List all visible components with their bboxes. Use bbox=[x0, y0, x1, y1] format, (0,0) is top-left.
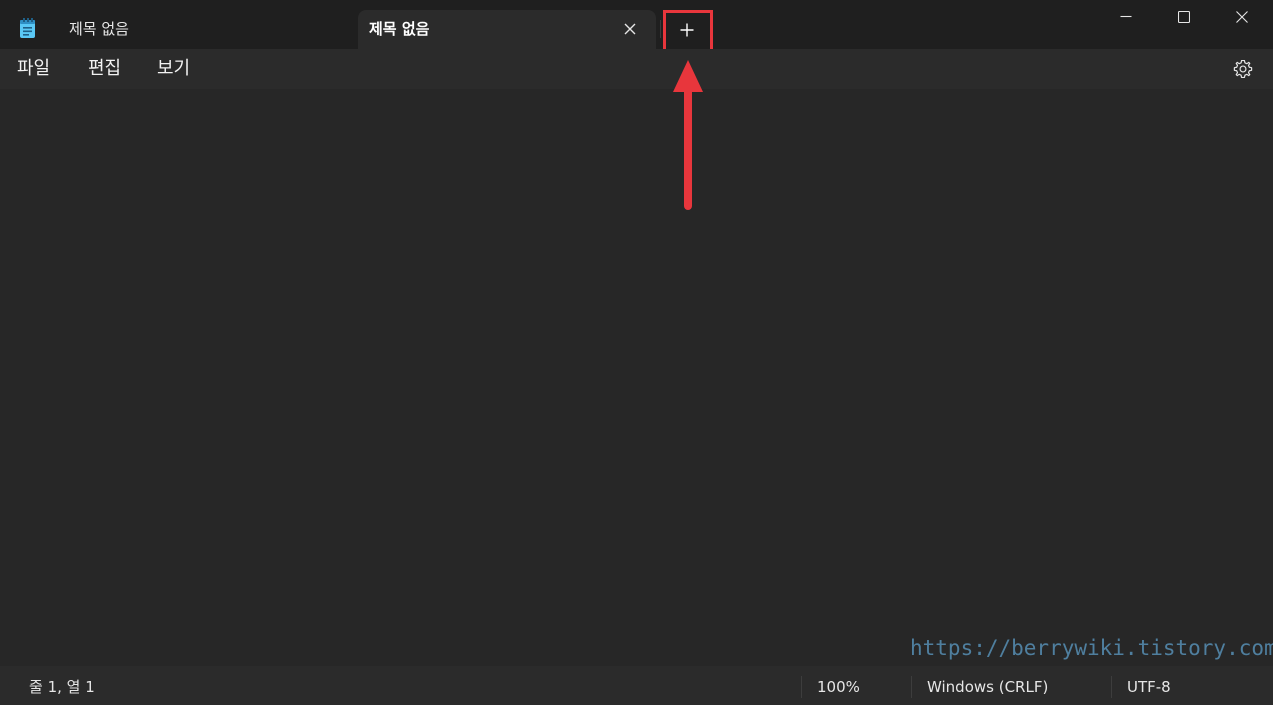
tab-title: 제목 없음 bbox=[369, 20, 430, 38]
tab-divider bbox=[660, 20, 661, 38]
status-divider bbox=[911, 676, 912, 698]
new-tab-button[interactable] bbox=[666, 12, 708, 48]
cursor-position: 줄 1, 열 1 bbox=[29, 678, 95, 696]
close-icon bbox=[1236, 11, 1248, 23]
plus-icon bbox=[680, 23, 694, 37]
tab-untitled-1[interactable]: 제목 없음 bbox=[52, 10, 352, 49]
maximize-button[interactable] bbox=[1155, 0, 1213, 34]
minimize-button[interactable] bbox=[1097, 0, 1155, 34]
close-window-button[interactable] bbox=[1213, 0, 1271, 34]
tab-title: 제목 없음 bbox=[69, 20, 129, 38]
notepad-icon bbox=[20, 18, 35, 38]
text-editor[interactable] bbox=[0, 89, 1273, 666]
line-ending[interactable]: Windows (CRLF) bbox=[927, 678, 1048, 696]
status-bar: 줄 1, 열 1 100% Windows (CRLF) UTF-8 bbox=[0, 666, 1273, 705]
menu-bar: 파일 편집 보기 bbox=[0, 49, 1273, 89]
tab-untitled-2[interactable]: 제목 없음 bbox=[358, 10, 656, 49]
status-divider bbox=[1111, 676, 1112, 698]
watermark-text: https://berrywiki.tistory.com bbox=[910, 636, 1273, 660]
gear-icon[interactable] bbox=[1232, 58, 1254, 80]
maximize-icon bbox=[1178, 11, 1190, 23]
status-divider bbox=[801, 676, 802, 698]
zoom-level[interactable]: 100% bbox=[817, 678, 860, 696]
menu-file[interactable]: 파일 bbox=[17, 57, 50, 83]
close-icon[interactable] bbox=[622, 21, 638, 37]
menu-edit[interactable]: 편집 bbox=[88, 57, 121, 83]
encoding[interactable]: UTF-8 bbox=[1127, 678, 1171, 696]
notepad-window: 제목 없음 제목 없음 파일 편집 보기 https://berrywiki.t… bbox=[0, 0, 1273, 705]
minimize-icon bbox=[1120, 15, 1132, 18]
menu-view[interactable]: 보기 bbox=[157, 57, 190, 83]
title-bar[interactable]: 제목 없음 제목 없음 bbox=[0, 0, 1273, 52]
